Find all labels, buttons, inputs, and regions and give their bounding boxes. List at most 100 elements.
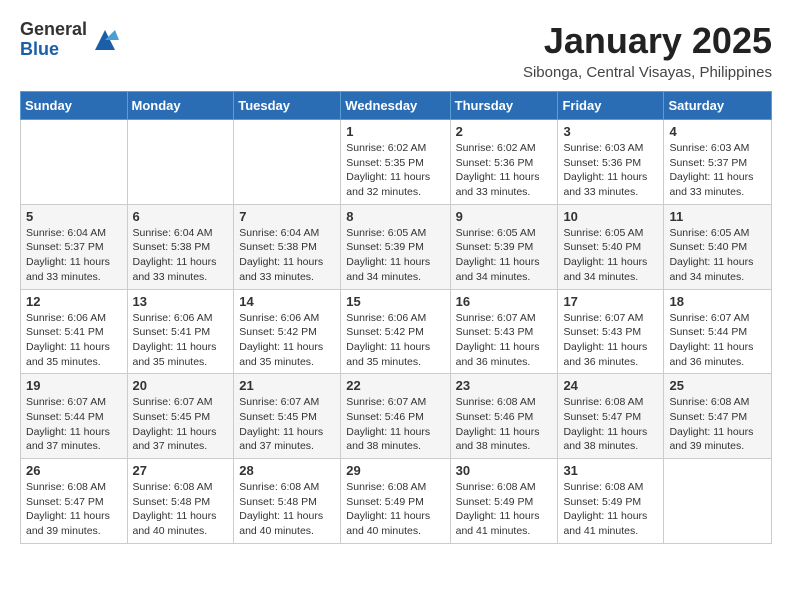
day-info: Sunrise: 6:08 AM Sunset: 5:49 PM Dayligh… bbox=[346, 480, 444, 539]
day-number: 18 bbox=[669, 294, 766, 309]
calendar-week-row: 26 Sunrise: 6:08 AM Sunset: 5:47 PM Dayli… bbox=[21, 459, 772, 544]
calendar-cell: 26 Sunrise: 6:08 AM Sunset: 5:47 PM Dayli… bbox=[21, 459, 128, 544]
calendar-week-row: 12 Sunrise: 6:06 AM Sunset: 5:41 PM Dayli… bbox=[21, 289, 772, 374]
logo-blue-text: Blue bbox=[20, 40, 87, 60]
day-number: 3 bbox=[563, 124, 658, 139]
day-number: 27 bbox=[133, 463, 229, 478]
calendar-cell: 18 Sunrise: 6:07 AM Sunset: 5:44 PM Dayli… bbox=[664, 289, 772, 374]
day-number: 23 bbox=[456, 378, 553, 393]
day-number: 20 bbox=[133, 378, 229, 393]
day-info: Sunrise: 6:05 AM Sunset: 5:40 PM Dayligh… bbox=[669, 226, 766, 285]
day-info: Sunrise: 6:08 AM Sunset: 5:49 PM Dayligh… bbox=[456, 480, 553, 539]
calendar-cell: 6 Sunrise: 6:04 AM Sunset: 5:38 PM Daylig… bbox=[127, 204, 234, 289]
day-number: 4 bbox=[669, 124, 766, 139]
day-number: 15 bbox=[346, 294, 444, 309]
day-number: 5 bbox=[26, 209, 122, 224]
weekday-header-tuesday: Tuesday bbox=[234, 92, 341, 120]
calendar-cell bbox=[664, 459, 772, 544]
calendar-cell: 12 Sunrise: 6:06 AM Sunset: 5:41 PM Dayli… bbox=[21, 289, 128, 374]
calendar-cell: 16Sunrise: 6:07 AM Sunset: 5:43 PM Dayli… bbox=[450, 289, 558, 374]
logo: General Blue bbox=[20, 20, 119, 60]
day-number: 16 bbox=[456, 294, 553, 309]
day-info: Sunrise: 6:07 AM Sunset: 5:45 PM Dayligh… bbox=[133, 395, 229, 454]
calendar-cell bbox=[21, 120, 128, 205]
calendar-cell: 7Sunrise: 6:04 AM Sunset: 5:38 PM Daylig… bbox=[234, 204, 341, 289]
day-number: 12 bbox=[26, 294, 122, 309]
calendar-cell bbox=[127, 120, 234, 205]
day-number: 26 bbox=[26, 463, 122, 478]
day-info: Sunrise: 6:07 AM Sunset: 5:46 PM Dayligh… bbox=[346, 395, 444, 454]
day-number: 30 bbox=[456, 463, 553, 478]
weekday-header-friday: Friday bbox=[558, 92, 664, 120]
day-number: 9 bbox=[456, 209, 553, 224]
calendar-cell: 17 Sunrise: 6:07 AM Sunset: 5:43 PM Dayli… bbox=[558, 289, 664, 374]
day-number: 22 bbox=[346, 378, 444, 393]
calendar-cell: 10Sunrise: 6:05 AM Sunset: 5:40 PM Dayli… bbox=[558, 204, 664, 289]
day-info: Sunrise: 6:02 AM Sunset: 5:35 PM Dayligh… bbox=[346, 141, 444, 200]
day-info: Sunrise: 6:07 AM Sunset: 5:44 PM Dayligh… bbox=[669, 311, 766, 370]
day-info: Sunrise: 6:08 AM Sunset: 5:46 PM Dayligh… bbox=[456, 395, 553, 454]
calendar-cell: 30 Sunrise: 6:08 AM Sunset: 5:49 PM Dayli… bbox=[450, 459, 558, 544]
calendar-cell: 5 Sunrise: 6:04 AM Sunset: 5:37 PM Daylig… bbox=[21, 204, 128, 289]
calendar-cell: 27 Sunrise: 6:08 AM Sunset: 5:48 PM Dayli… bbox=[127, 459, 234, 544]
day-info: Sunrise: 6:05 AM Sunset: 5:39 PM Dayligh… bbox=[456, 226, 553, 285]
day-info: Sunrise: 6:04 AM Sunset: 5:37 PM Dayligh… bbox=[26, 226, 122, 285]
day-info: Sunrise: 6:08 AM Sunset: 5:47 PM Dayligh… bbox=[669, 395, 766, 454]
day-info: Sunrise: 6:08 AM Sunset: 5:49 PM Dayligh… bbox=[563, 480, 658, 539]
calendar-cell: 20 Sunrise: 6:07 AM Sunset: 5:45 PM Dayli… bbox=[127, 374, 234, 459]
day-number: 29 bbox=[346, 463, 444, 478]
calendar-cell: 4 Sunrise: 6:03 AM Sunset: 5:37 PM Daylig… bbox=[664, 120, 772, 205]
calendar-cell: 9 Sunrise: 6:05 AM Sunset: 5:39 PM Daylig… bbox=[450, 204, 558, 289]
calendar-cell: 25Sunrise: 6:08 AM Sunset: 5:47 PM Dayli… bbox=[664, 374, 772, 459]
day-info: Sunrise: 6:08 AM Sunset: 5:47 PM Dayligh… bbox=[563, 395, 658, 454]
day-number: 8 bbox=[346, 209, 444, 224]
day-info: Sunrise: 6:07 AM Sunset: 5:43 PM Dayligh… bbox=[563, 311, 658, 370]
calendar-cell: 24Sunrise: 6:08 AM Sunset: 5:47 PM Dayli… bbox=[558, 374, 664, 459]
day-number: 21 bbox=[239, 378, 335, 393]
weekday-header-monday: Monday bbox=[127, 92, 234, 120]
day-number: 6 bbox=[133, 209, 229, 224]
calendar-week-row: 5 Sunrise: 6:04 AM Sunset: 5:37 PM Daylig… bbox=[21, 204, 772, 289]
calendar-cell: 28Sunrise: 6:08 AM Sunset: 5:48 PM Dayli… bbox=[234, 459, 341, 544]
day-number: 17 bbox=[563, 294, 658, 309]
day-info: Sunrise: 6:08 AM Sunset: 5:48 PM Dayligh… bbox=[133, 480, 229, 539]
day-info: Sunrise: 6:04 AM Sunset: 5:38 PM Dayligh… bbox=[239, 226, 335, 285]
day-info: Sunrise: 6:06 AM Sunset: 5:41 PM Dayligh… bbox=[26, 311, 122, 370]
day-info: Sunrise: 6:05 AM Sunset: 5:39 PM Dayligh… bbox=[346, 226, 444, 285]
logo-general-text: General bbox=[20, 20, 87, 40]
calendar-week-row: 1 Sunrise: 6:02 AM Sunset: 5:35 PM Daylig… bbox=[21, 120, 772, 205]
day-number: 19 bbox=[26, 378, 122, 393]
calendar-cell: 19 Sunrise: 6:07 AM Sunset: 5:44 PM Dayli… bbox=[21, 374, 128, 459]
day-number: 13 bbox=[133, 294, 229, 309]
calendar-cell: 15 Sunrise: 6:06 AM Sunset: 5:42 PM Dayli… bbox=[341, 289, 450, 374]
calendar-cell: 31 Sunrise: 6:08 AM Sunset: 5:49 PM Dayli… bbox=[558, 459, 664, 544]
calendar-cell bbox=[234, 120, 341, 205]
day-info: Sunrise: 6:07 AM Sunset: 5:45 PM Dayligh… bbox=[239, 395, 335, 454]
calendar-cell: 21 Sunrise: 6:07 AM Sunset: 5:45 PM Dayli… bbox=[234, 374, 341, 459]
day-info: Sunrise: 6:04 AM Sunset: 5:38 PM Dayligh… bbox=[133, 226, 229, 285]
day-info: Sunrise: 6:03 AM Sunset: 5:37 PM Dayligh… bbox=[669, 141, 766, 200]
day-info: Sunrise: 6:06 AM Sunset: 5:42 PM Dayligh… bbox=[346, 311, 444, 370]
day-number: 11 bbox=[669, 209, 766, 224]
subtitle: Sibonga, Central Visayas, Philippines bbox=[523, 64, 772, 81]
calendar-cell: 14Sunrise: 6:06 AM Sunset: 5:42 PM Dayli… bbox=[234, 289, 341, 374]
title-section: January 2025 Sibonga, Central Visayas, P… bbox=[523, 20, 772, 81]
day-info: Sunrise: 6:03 AM Sunset: 5:36 PM Dayligh… bbox=[563, 141, 658, 200]
calendar-cell: 1 Sunrise: 6:02 AM Sunset: 5:35 PM Daylig… bbox=[341, 120, 450, 205]
day-number: 2 bbox=[456, 124, 553, 139]
calendar-table: SundayMondayTuesdayWednesdayThursdayFrid… bbox=[20, 91, 772, 544]
calendar-cell: 2Sunrise: 6:02 AM Sunset: 5:36 PM Daylig… bbox=[450, 120, 558, 205]
day-info: Sunrise: 6:06 AM Sunset: 5:42 PM Dayligh… bbox=[239, 311, 335, 370]
day-info: Sunrise: 6:08 AM Sunset: 5:47 PM Dayligh… bbox=[26, 480, 122, 539]
day-number: 31 bbox=[563, 463, 658, 478]
calendar-cell: 22 Sunrise: 6:07 AM Sunset: 5:46 PM Dayli… bbox=[341, 374, 450, 459]
weekday-header-sunday: Sunday bbox=[21, 92, 128, 120]
weekday-header-saturday: Saturday bbox=[664, 92, 772, 120]
page-header: General Blue January 2025 Sibonga, Centr… bbox=[20, 20, 772, 81]
day-number: 1 bbox=[346, 124, 444, 139]
day-info: Sunrise: 6:07 AM Sunset: 5:44 PM Dayligh… bbox=[26, 395, 122, 454]
day-info: Sunrise: 6:05 AM Sunset: 5:40 PM Dayligh… bbox=[563, 226, 658, 285]
month-title: January 2025 bbox=[523, 20, 772, 62]
calendar-cell: 3 Sunrise: 6:03 AM Sunset: 5:36 PM Daylig… bbox=[558, 120, 664, 205]
weekday-header-thursday: Thursday bbox=[450, 92, 558, 120]
